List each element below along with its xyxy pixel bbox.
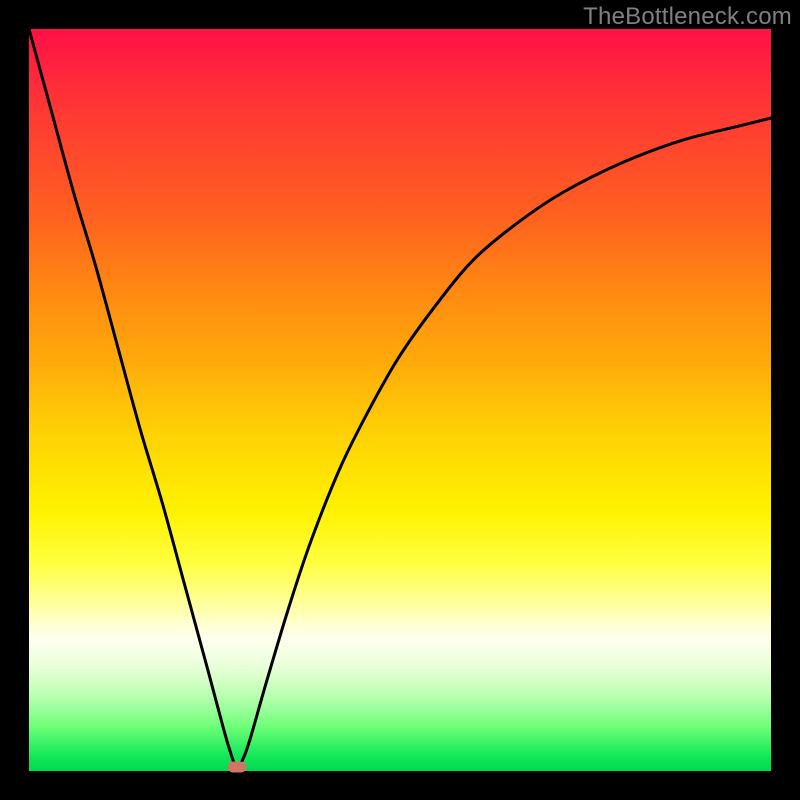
chart-plot-area: [29, 29, 771, 771]
watermark-text: TheBottleneck.com: [583, 3, 792, 31]
bottleneck-curve: [29, 29, 771, 771]
minimum-marker: [227, 762, 246, 773]
